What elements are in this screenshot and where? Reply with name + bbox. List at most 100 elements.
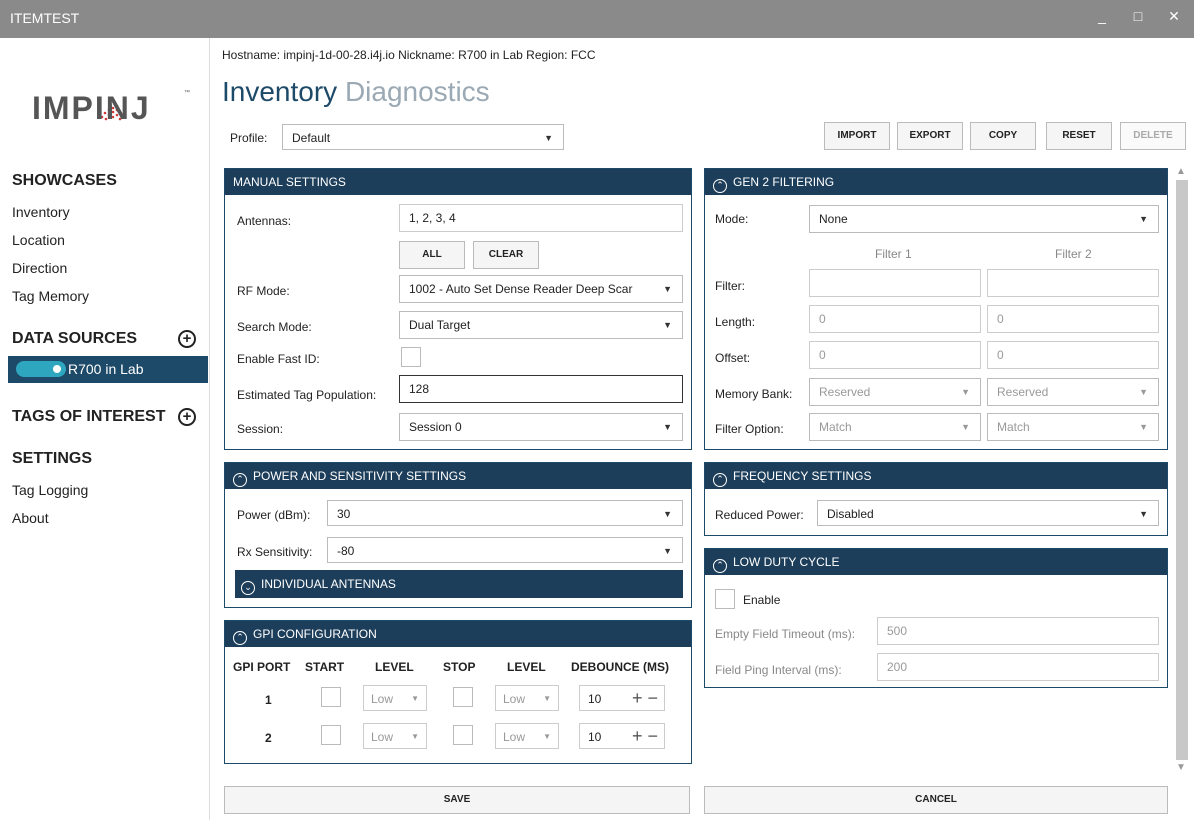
session-select[interactable]: Session 0 ▼: [399, 413, 683, 441]
collapse-icon: ⌃: [713, 559, 727, 573]
filter1-bank-select[interactable]: Reserved ▼: [809, 378, 981, 406]
chevron-down-icon: ▼: [543, 732, 551, 741]
filter2-offset-field[interactable]: 0: [987, 341, 1159, 369]
manual-settings-panel: MANUAL SETTINGS Antennas: 1, 2, 3, 4 ALL…: [224, 168, 692, 450]
filter1-offset-field[interactable]: 0: [809, 341, 981, 369]
sidebar-item-inventory[interactable]: Inventory: [12, 204, 70, 220]
power-header[interactable]: ⌃ POWER AND SENSITIVITY SETTINGS: [225, 463, 691, 489]
reduced-power-select[interactable]: Disabled ▼: [817, 500, 1159, 526]
individual-antennas-header[interactable]: ⌄ INDIVIDUAL ANTENNAS: [235, 570, 683, 598]
gpi-header[interactable]: ⌃ GPI CONFIGURATION: [225, 621, 691, 647]
reset-button[interactable]: RESET: [1046, 122, 1112, 150]
profile-select[interactable]: Default ▼: [282, 124, 564, 150]
low-duty-enable-label: Enable: [743, 593, 781, 607]
data-source-label: R700 in Lab: [68, 361, 144, 377]
search-mode-select[interactable]: Dual Target ▼: [399, 311, 683, 339]
page-title: Inventory Diagnostics: [222, 76, 490, 108]
empty-timeout-label: Empty Field Timeout (ms):: [715, 627, 856, 641]
save-button[interactable]: SAVE: [224, 786, 690, 814]
chevron-down-icon: ▼: [663, 509, 672, 519]
chevron-down-icon: ▼: [961, 387, 970, 397]
gpi-2-start-checkbox[interactable]: [321, 725, 341, 745]
antennas-field[interactable]: 1, 2, 3, 4: [399, 204, 683, 232]
gpi-col-debounce: DEBOUNCE (MS): [571, 660, 669, 674]
scroll-up-icon[interactable]: ▲: [1176, 166, 1186, 177]
rf-mode-select[interactable]: 1002 - Auto Set Dense Reader Deep Scar ▼: [399, 275, 683, 303]
gpi-1-stop-checkbox[interactable]: [453, 687, 473, 707]
gpi-2-stop-level[interactable]: Low ▼: [495, 723, 559, 749]
filter2-field[interactable]: [987, 269, 1159, 297]
filter2-option-select[interactable]: Match ▼: [987, 413, 1159, 441]
plus-minus-icon: + −: [631, 688, 658, 708]
power-select[interactable]: 30 ▼: [327, 500, 683, 526]
chevron-down-icon: ▼: [543, 694, 551, 703]
chevron-down-icon: ▼: [1139, 214, 1148, 224]
plus-minus-icon: + −: [631, 726, 658, 746]
filter2-bank-select[interactable]: Reserved ▼: [987, 378, 1159, 406]
gen2-mode-select[interactable]: None ▼: [809, 205, 1159, 233]
gpi-2-debounce-stepper[interactable]: 10 + −: [579, 723, 665, 749]
filter2-heading: Filter 2: [1055, 247, 1092, 261]
ping-interval-field[interactable]: 200: [877, 653, 1159, 681]
ping-interval-label: Field Ping Interval (ms):: [715, 663, 842, 677]
gpi-1-stop-level[interactable]: Low ▼: [495, 685, 559, 711]
filter1-heading: Filter 1: [875, 247, 912, 261]
frequency-panel: ⌃ FREQUENCY SETTINGS Reduced Power: Disab…: [704, 462, 1168, 536]
sidebar-item-location[interactable]: Location: [12, 232, 65, 248]
tags-of-interest-heading: TAGS OF INTEREST: [12, 408, 166, 425]
add-data-source-icon[interactable]: +: [178, 330, 196, 348]
frequency-header[interactable]: ⌃ FREQUENCY SETTINGS: [705, 463, 1167, 489]
copy-button[interactable]: COPY: [970, 122, 1036, 150]
session-label: Session:: [237, 422, 284, 436]
rx-select[interactable]: -80 ▼: [327, 537, 683, 563]
delete-button[interactable]: DELETE: [1120, 122, 1186, 150]
gpi-2-stop-checkbox[interactable]: [453, 725, 473, 745]
filter1-option-select[interactable]: Match ▼: [809, 413, 981, 441]
filter1-length-field[interactable]: 0: [809, 305, 981, 333]
data-source-toggle[interactable]: [16, 361, 66, 377]
gpi-col-level: LEVEL: [375, 660, 414, 674]
clear-antennas-button[interactable]: CLEAR: [473, 241, 539, 269]
data-source-r700[interactable]: R700 in Lab: [8, 356, 208, 383]
all-antennas-button[interactable]: ALL: [399, 241, 465, 269]
close-button[interactable]: ✕: [1164, 8, 1184, 25]
sidebar-item-about[interactable]: About: [12, 510, 49, 526]
scroll-down-icon[interactable]: ▼: [1176, 762, 1186, 773]
export-button[interactable]: EXPORT: [897, 122, 963, 150]
power-label: Power (dBm):: [237, 508, 311, 522]
sidebar-item-tag-memory[interactable]: Tag Memory: [12, 288, 89, 304]
empty-timeout-field[interactable]: 500: [877, 617, 1159, 645]
maximize-button[interactable]: □: [1128, 8, 1148, 24]
add-tag-of-interest-icon[interactable]: +: [178, 408, 196, 426]
chevron-down-icon: ▼: [1139, 509, 1148, 519]
gpi-1-start-checkbox[interactable]: [321, 687, 341, 707]
expand-icon: ⌄: [241, 581, 255, 595]
sidebar-item-direction[interactable]: Direction: [12, 260, 67, 276]
gpi-2-start-level[interactable]: Low ▼: [363, 723, 427, 749]
tab-diagnostics[interactable]: Diagnostics: [345, 76, 490, 107]
low-duty-header[interactable]: ⌃ LOW DUTY CYCLE: [705, 549, 1167, 575]
filter2-length-field[interactable]: 0: [987, 305, 1159, 333]
gpi-1-start-level[interactable]: Low ▼: [363, 685, 427, 711]
sidebar-item-tag-logging[interactable]: Tag Logging: [12, 482, 88, 498]
gpi-1-debounce-stepper[interactable]: 10 + −: [579, 685, 665, 711]
showcases-heading: SHOWCASES: [12, 172, 117, 189]
chevron-down-icon: ▼: [663, 320, 672, 330]
population-label: Estimated Tag Population:: [237, 388, 377, 402]
fast-id-checkbox[interactable]: [401, 347, 421, 367]
filter1-field[interactable]: [809, 269, 981, 297]
tab-inventory[interactable]: Inventory: [222, 76, 337, 107]
scrollbar-thumb[interactable]: [1176, 180, 1188, 760]
vertical-scrollbar[interactable]: ▲ ▼: [1172, 166, 1188, 776]
population-field[interactable]: 128: [399, 375, 683, 403]
import-button[interactable]: IMPORT: [824, 122, 890, 150]
collapse-icon: ⌃: [233, 631, 247, 645]
gen2-mode-label: Mode:: [715, 212, 749, 226]
chevron-down-icon: ▼: [1139, 387, 1148, 397]
antennas-label: Antennas:: [237, 214, 292, 228]
minimize-button[interactable]: _: [1092, 8, 1112, 24]
gen2-header[interactable]: ⌃ GEN 2 FILTERING: [705, 169, 1167, 195]
cancel-button[interactable]: CANCEL: [704, 786, 1168, 814]
gpi-panel: ⌃ GPI CONFIGURATION GPI PORT START LEVEL …: [224, 620, 692, 764]
low-duty-enable-checkbox[interactable]: [715, 589, 735, 609]
